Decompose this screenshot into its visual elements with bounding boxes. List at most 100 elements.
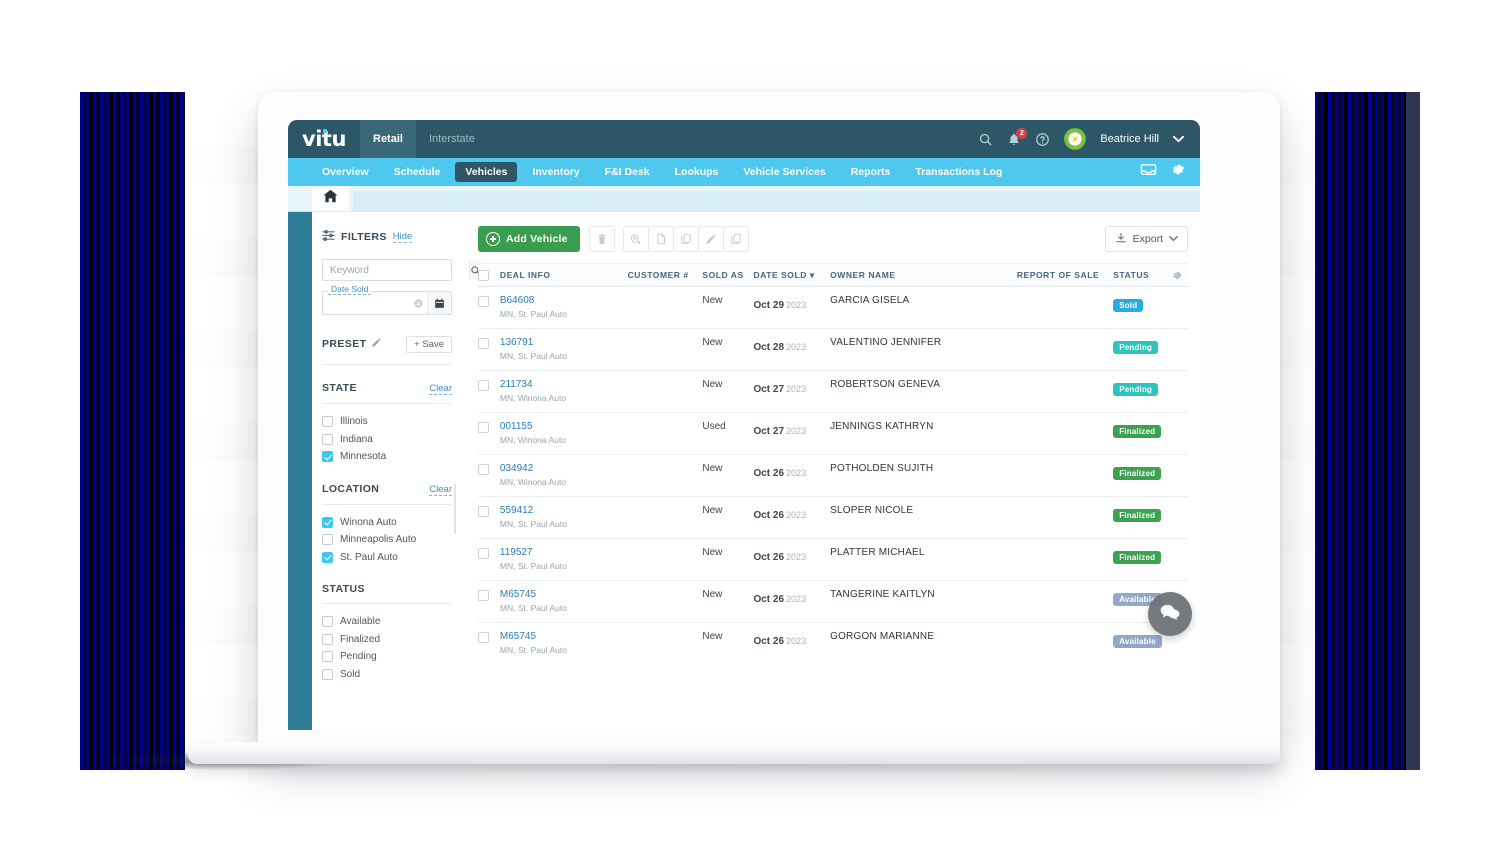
row-checkbox[interactable] xyxy=(478,295,500,307)
checkbox-icon[interactable] xyxy=(478,270,489,281)
top-tab-interstate[interactable]: Interstate xyxy=(416,120,488,158)
nav-item-inventory[interactable]: Inventory xyxy=(522,162,589,182)
calendar-icon[interactable] xyxy=(427,292,451,314)
checkbox-icon[interactable] xyxy=(478,380,489,391)
chevron-down-icon[interactable] xyxy=(1173,135,1184,143)
row-checkbox[interactable] xyxy=(478,337,500,349)
checkbox-checked-icon[interactable] xyxy=(322,451,333,463)
trash-icon[interactable] xyxy=(588,226,615,252)
nav-item-vehicles[interactable]: Vehicles xyxy=(455,162,518,182)
filter-option-st-paul-auto[interactable]: St. Paul Auto xyxy=(322,549,452,567)
table-row[interactable]: 034942 MN, Winona Auto New Oct 26 2023 PO… xyxy=(478,455,1188,497)
deal-id-link[interactable]: 034942 xyxy=(500,463,628,474)
table-row[interactable]: 119527 MN, St. Paul Auto New Oct 26 2023 … xyxy=(478,539,1188,581)
row-checkbox[interactable] xyxy=(478,589,500,601)
checkbox-icon[interactable] xyxy=(478,296,489,307)
avatar[interactable] xyxy=(1064,128,1087,150)
row-checkbox[interactable] xyxy=(478,505,500,517)
inbox-icon[interactable] xyxy=(1140,163,1157,181)
filter-option-pending[interactable]: Pending xyxy=(322,648,452,666)
row-checkbox[interactable] xyxy=(478,421,500,433)
row-checkbox[interactable] xyxy=(478,631,500,643)
nav-item-fi-desk[interactable]: F&I Desk xyxy=(595,162,660,182)
table-row[interactable]: B64608 MN, St. Paul Auto New Oct 29 2023 … xyxy=(478,287,1188,329)
checkbox-icon[interactable] xyxy=(478,338,489,349)
search-input[interactable] xyxy=(323,260,469,280)
duplicate-icon[interactable] xyxy=(722,226,749,252)
filter-option-winona-auto[interactable]: Winona Auto xyxy=(322,514,452,532)
nav-item-overview[interactable]: Overview xyxy=(312,162,379,182)
document-icon[interactable] xyxy=(647,226,674,252)
location-scrollbar[interactable] xyxy=(453,483,456,534)
filter-option-finalized[interactable]: Finalized xyxy=(322,631,452,649)
pencil-icon[interactable] xyxy=(697,226,724,252)
gear-icon[interactable] xyxy=(1168,270,1188,281)
table-row[interactable]: 136791 MN, St. Paul Auto New Oct 28 2023 … xyxy=(478,329,1188,371)
filter-option-indiana[interactable]: Indiana xyxy=(322,431,452,449)
checkbox-checked-icon[interactable] xyxy=(322,551,333,563)
checkbox-icon[interactable] xyxy=(478,632,489,643)
help-icon[interactable] xyxy=(1035,132,1050,147)
checkbox-icon[interactable] xyxy=(322,534,333,546)
checkbox-icon[interactable] xyxy=(478,506,489,517)
checkbox-icon[interactable] xyxy=(322,616,333,628)
table-row[interactable]: M65745 MN, St. Paul Auto New Oct 26 2023 … xyxy=(478,623,1188,665)
nav-item-vehicle-services[interactable]: Vehicle Services xyxy=(733,162,835,182)
checkbox-icon[interactable] xyxy=(322,433,333,445)
table-row[interactable]: 001155 MN, Winona Auto Used Oct 27 2023 J… xyxy=(478,413,1188,455)
checkbox-icon[interactable] xyxy=(478,422,489,433)
select-all-checkbox[interactable] xyxy=(478,269,500,281)
top-tab-retail[interactable]: Retail xyxy=(360,120,416,164)
tab-placeholder[interactable] xyxy=(353,191,1200,211)
deal-id-link[interactable]: 001155 xyxy=(500,421,628,432)
nav-item-transactions-log[interactable]: Transactions Log xyxy=(905,162,1012,182)
copy-icon[interactable] xyxy=(672,226,699,252)
row-checkbox[interactable] xyxy=(478,463,500,475)
row-checkbox[interactable] xyxy=(478,379,500,391)
deal-id-link[interactable]: B64608 xyxy=(500,295,628,306)
deal-id-link[interactable]: 119527 xyxy=(500,547,628,558)
vitu-logo[interactable]: vitu xyxy=(288,120,360,158)
deal-id-link[interactable]: M65745 xyxy=(500,589,628,600)
row-checkbox[interactable] xyxy=(478,547,500,559)
bell-icon[interactable]: 2 xyxy=(1007,127,1028,147)
checkbox-icon[interactable] xyxy=(478,464,489,475)
column-header-status[interactable]: STATUS xyxy=(1099,270,1168,280)
checkbox-icon[interactable] xyxy=(322,651,333,663)
column-header-owner-name[interactable]: OWNER NAME xyxy=(830,270,1008,280)
date-sold-input[interactable] xyxy=(323,292,409,314)
deal-id-link[interactable]: 136791 xyxy=(500,337,628,348)
filters-hide-link[interactable]: Hide xyxy=(392,231,413,243)
filter-option-minnesota[interactable]: Minnesota xyxy=(322,448,452,466)
filter-group-state-clear[interactable]: Clear xyxy=(429,383,452,395)
table-row[interactable]: M65745 MN, St. Paul Auto New Oct 26 2023 … xyxy=(478,581,1188,623)
pencil-icon[interactable] xyxy=(371,335,382,353)
deal-id-link[interactable]: 211734 xyxy=(500,379,628,390)
add-vehicle-button[interactable]: Add Vehicle xyxy=(478,226,580,252)
table-row[interactable]: 559412 MN, St. Paul Auto New Oct 26 2023 … xyxy=(478,497,1188,539)
filter-option-sold[interactable]: Sold xyxy=(322,666,452,684)
column-header-date-sold[interactable]: DATE SOLD ▾ xyxy=(753,270,830,281)
deal-id-link[interactable]: 559412 xyxy=(500,505,628,516)
chat-button[interactable] xyxy=(1148,592,1192,636)
clear-icon[interactable] xyxy=(409,292,427,314)
gear-icon[interactable] xyxy=(1171,162,1186,182)
location-pin-add-icon[interactable] xyxy=(622,226,649,252)
column-header-report-of-sale[interactable]: REPORT OF SALE xyxy=(1008,270,1099,280)
export-button[interactable]: Export xyxy=(1104,226,1188,252)
search-icon[interactable] xyxy=(978,132,993,147)
column-header-customer[interactable]: CUSTOMER # xyxy=(628,270,703,280)
checkbox-checked-icon[interactable] xyxy=(322,516,333,528)
nav-item-schedule[interactable]: Schedule xyxy=(384,162,451,182)
column-header-deal-info[interactable]: DEAL INFO xyxy=(500,270,628,280)
filter-option-minneapolis-auto[interactable]: Minneapolis Auto xyxy=(322,531,452,549)
checkbox-icon[interactable] xyxy=(322,416,333,428)
checkbox-icon[interactable] xyxy=(478,590,489,601)
filter-option-illinois[interactable]: Illinois xyxy=(322,413,452,431)
checkbox-icon[interactable] xyxy=(322,633,333,645)
checkbox-icon[interactable] xyxy=(478,548,489,559)
checkbox-icon[interactable] xyxy=(322,668,333,680)
filter-group-location-clear[interactable]: Clear xyxy=(429,484,452,496)
save-preset-button[interactable]: + Save xyxy=(406,335,452,353)
filter-option-available[interactable]: Available xyxy=(322,613,452,631)
